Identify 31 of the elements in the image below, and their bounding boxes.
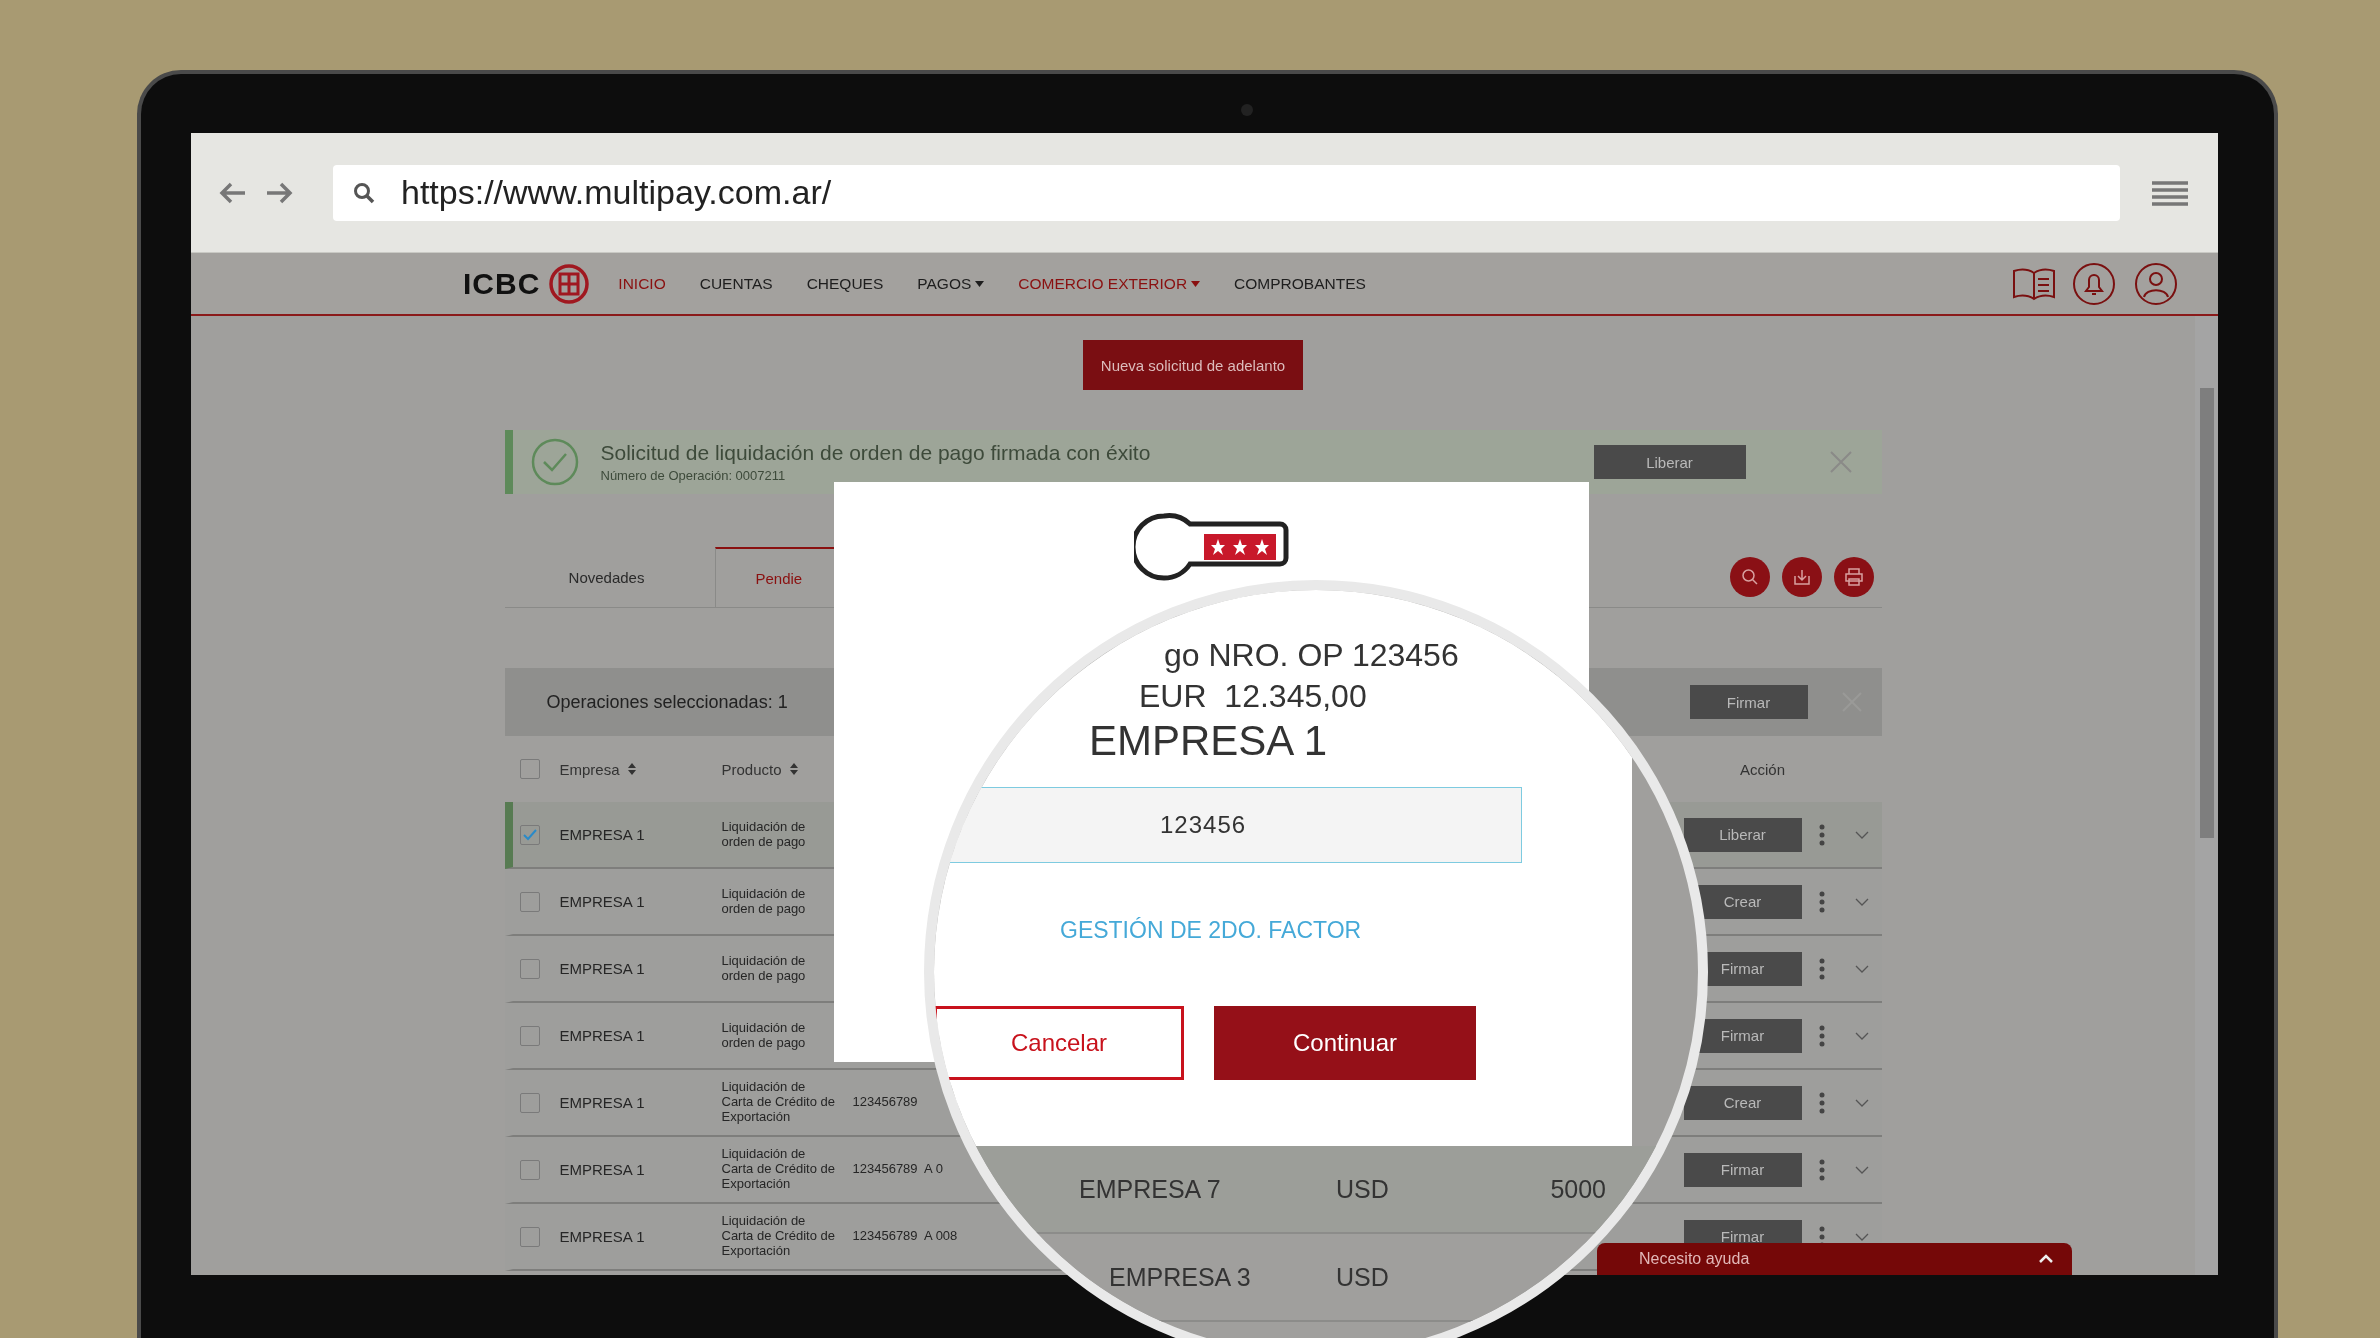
alert-title: Solicitud de liquidación de orden de pago firmada con éxito: [600, 441, 1152, 465]
alert-subtitle: Número de Operación: 0007211: [600, 468, 787, 483]
selection-count: Operaciones seleccionadas: 1: [546, 691, 788, 713]
table-cell-text: EMPRESA 1: [559, 892, 646, 911]
table-cell-text: EMPRESA 1: [559, 1227, 646, 1246]
table-cell-text: Liquidación de orden de pago: [721, 819, 807, 850]
company-name: EMPRESA 1: [1089, 718, 1329, 765]
table-cell-text: 123456789 A 0: [852, 1162, 944, 1177]
table-cell-text: Liquidación de Carta de Crédito de Exportación: [721, 1080, 836, 1125]
table-cell-text: EMPRESA 1: [559, 825, 646, 844]
column-header: Acción: [1739, 760, 1786, 778]
table-cell-text: 123456789: [852, 1095, 919, 1110]
table-cell-text: EMPRESA 3: [1109, 1262, 1252, 1292]
table-cell-text: Liquidación de orden de pago: [721, 953, 807, 984]
table-cell-text: EMPRESA 1: [559, 959, 646, 978]
table-cell-text: Liquidación de Carta de Crédito de Exportación: [721, 1147, 836, 1192]
table-cell-text: EMPRESA 1: [559, 1093, 646, 1112]
table-cell-text: EMPRESA 1: [559, 1160, 646, 1179]
url-text: https://www.multipay.com.ar/: [401, 173, 832, 212]
table-cell-text: EMPRESA 1: [559, 1026, 646, 1045]
amount-text: EUR 12.345,00: [1139, 679, 1368, 715]
table-cell-text: 5000: [1549, 1174, 1606, 1204]
table-cell-text: USD: [1336, 1174, 1390, 1204]
operation-number: go NRO. OP 123456: [1164, 638, 1460, 674]
table-cell-text: USD: [1336, 1262, 1390, 1292]
table-cell-text: Liquidación de Carta de Crédito de Exportación: [721, 1214, 836, 1259]
table-cell-text: 123456789 A 008: [852, 1229, 959, 1244]
table-cell-text: Liquidación de orden de pago: [721, 1020, 807, 1051]
table-cell-text: EMPRESA 7: [1079, 1174, 1222, 1204]
logo-text: ICBC: [463, 266, 541, 301]
table-cell-text: Liquidación de orden de pago: [721, 886, 807, 917]
